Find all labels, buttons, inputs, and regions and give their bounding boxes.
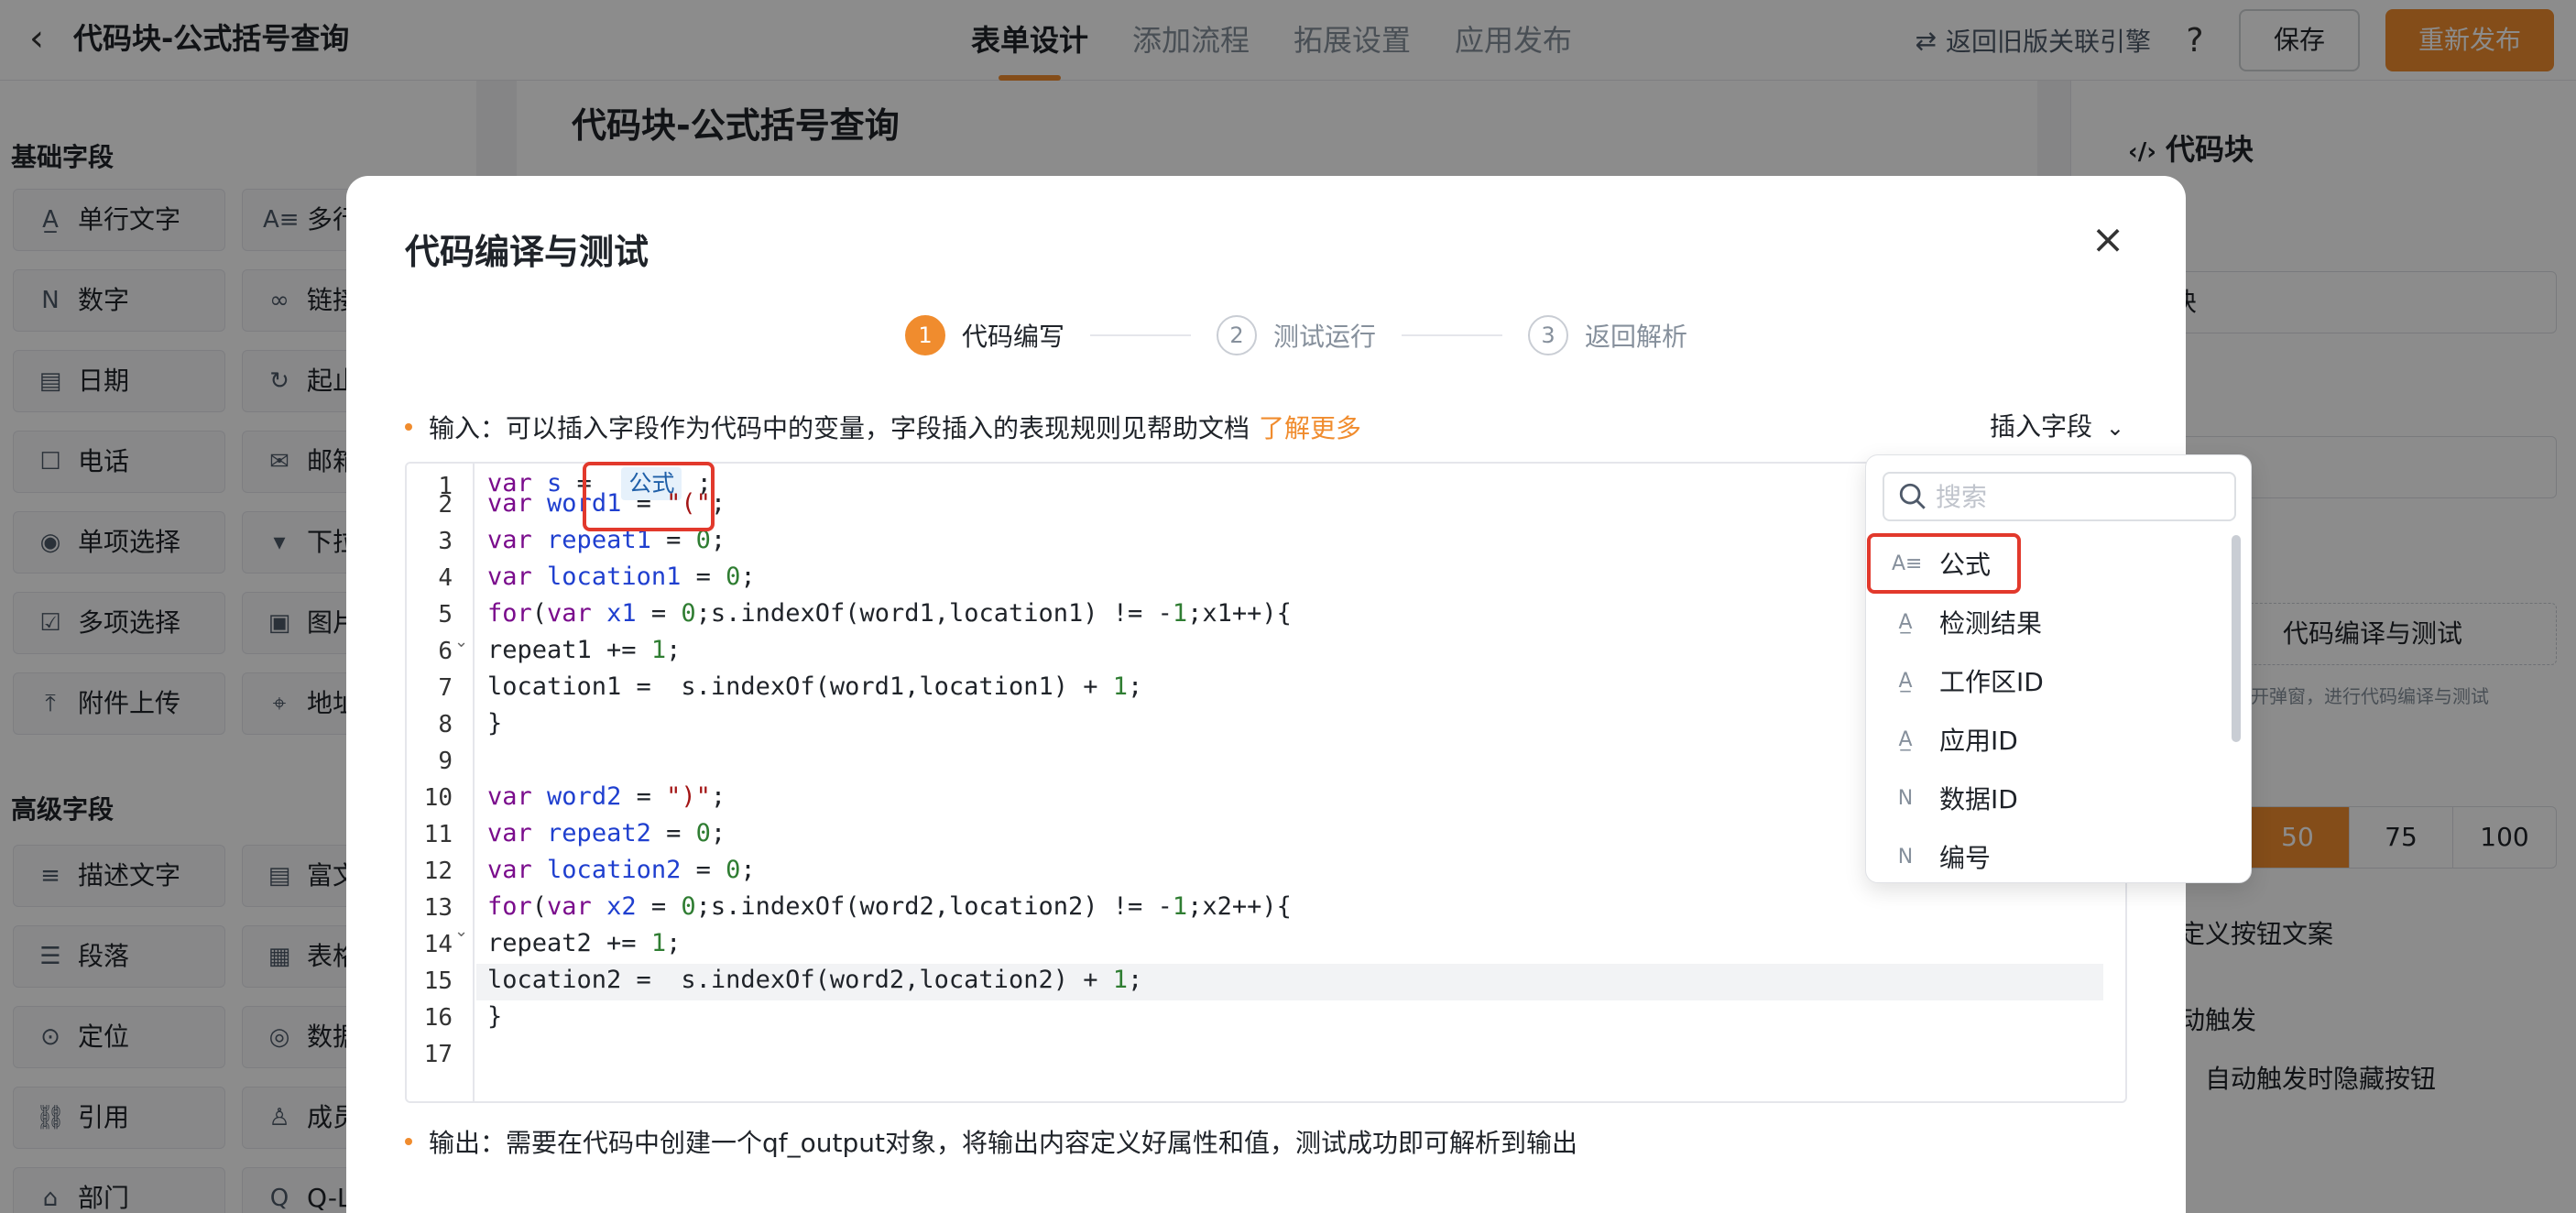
step-code-writing[interactable]: 1 代码编写: [905, 315, 1064, 355]
insert-field-dropdown: A≡公式A̲检测结果A̲工作区IDA̲应用IDN数据IDN编号: [1865, 454, 2252, 883]
step-number: 2: [1217, 315, 1258, 355]
dropdown-field-option[interactable]: A̲ 应用ID: [1866, 710, 2232, 769]
line-number: 13: [423, 894, 453, 922]
insert-field-button[interactable]: 插入字段 ⌄: [1990, 407, 2124, 443]
code-line-7: location1 = s.indexOf(word1,location1) +…: [487, 672, 1143, 701]
step-test-run[interactable]: 2 测试运行: [1217, 315, 1376, 355]
option-label: 数据ID: [1939, 784, 2018, 814]
line-number: 9: [438, 748, 453, 775]
line-number: 12: [423, 858, 453, 885]
input-hint-text: 输入：可以插入字段作为代码中的变量，字段插入的表现规则见帮助文档: [429, 413, 1250, 443]
field-type-icon: N: [1897, 845, 1914, 869]
insert-field-label: 插入字段: [1990, 411, 2093, 442]
field-type-icon: A̲: [1898, 610, 1913, 634]
field-search-box: [1883, 472, 2236, 521]
line-number: 15: [423, 967, 453, 995]
line-number: 4: [438, 564, 453, 592]
line-number: 7: [438, 674, 453, 702]
step-divider: [1402, 334, 1503, 336]
bullet-dot: [405, 423, 412, 431]
code-line-8: }: [487, 709, 503, 738]
line-number: 3: [438, 528, 453, 555]
fold-arrow-icon[interactable]: ⌄: [454, 922, 468, 941]
code-line-10: var word2 = ")";: [487, 782, 726, 811]
output-hint: 输出：需要在代码中创建一个qf_output对象，将输出内容定义好属性和值，测试…: [405, 1123, 1577, 1160]
step-indicator: 1 代码编写 2 测试运行 3 返回解析: [905, 315, 1687, 355]
step-divider: [1090, 334, 1192, 336]
line-number: 10: [423, 784, 453, 812]
option-label: 应用ID: [1939, 726, 2018, 756]
code-line-15: location2 = s.indexOf(word2,location2) +…: [487, 966, 1143, 994]
code-line-12: var location2 = 0;: [487, 856, 756, 884]
line-number: 16: [423, 1004, 453, 1032]
line-number: 17: [423, 1041, 453, 1068]
output-hint-text: 输出：需要在代码中创建一个qf_output对象，将输出内容定义好属性和值，测试…: [429, 1128, 1577, 1158]
line-number: 2: [438, 491, 453, 519]
line-number: 5: [438, 601, 453, 628]
option-label: 工作区ID: [1939, 667, 2044, 697]
code-line-6: repeat1 += 1;: [487, 636, 682, 664]
code-line-16: }: [487, 1002, 503, 1031]
option-label: 编号: [1939, 843, 1992, 873]
code-line-13: for(var x2 = 0;s.indexOf(word2,location2…: [487, 892, 1292, 921]
fold-arrow-icon[interactable]: ⌄: [454, 632, 468, 651]
input-hint: 输入：可以插入字段作为代码中的变量，字段插入的表现规则见帮助文档 了解更多: [405, 409, 1361, 445]
option-label: 检测结果: [1939, 608, 2043, 639]
modal-title: 代码编译与测试: [405, 232, 649, 272]
step-number: 1: [905, 315, 945, 355]
code-line-4: var location1 = 0;: [487, 563, 756, 591]
code-line-5: for(var x1 = 0;s.indexOf(word1,location1…: [487, 599, 1292, 628]
line-number: 6: [438, 638, 453, 665]
line-number: 11: [423, 821, 453, 848]
field-type-icon: N: [1897, 786, 1914, 810]
search-icon: [1899, 483, 1926, 509]
dropdown-field-option[interactable]: A̲ 工作区ID: [1866, 651, 2232, 710]
line-number: 14: [423, 931, 453, 958]
highlight-box-chip: [583, 462, 715, 531]
dropdown-field-option[interactable]: N 编号: [1866, 827, 2232, 886]
step-return-parse[interactable]: 3 返回解析: [1528, 315, 1687, 355]
field-type-icon: A̲: [1898, 727, 1913, 751]
step-label: 返回解析: [1585, 322, 1688, 352]
highlight-box-formula-item: [1867, 533, 2021, 594]
step-label: 代码编写: [962, 322, 1065, 352]
search-input[interactable]: [1936, 479, 2220, 516]
field-type-icon: A̲: [1898, 669, 1913, 693]
step-label: 测试运行: [1273, 322, 1377, 352]
learn-more-link[interactable]: 了解更多: [1259, 409, 1361, 445]
dropdown-field-option[interactable]: A̲ 检测结果: [1866, 593, 2232, 651]
dropdown-field-option[interactable]: N 数据ID: [1866, 769, 2232, 827]
line-number: 8: [438, 711, 453, 738]
chevron-down-icon: ⌄: [2105, 415, 2125, 441]
close-icon[interactable]: ×: [2085, 216, 2131, 263]
dropdown-scrollbar[interactable]: [2232, 535, 2241, 742]
code-line-14: repeat2 += 1;: [487, 929, 682, 957]
step-number: 3: [1528, 315, 1569, 355]
bullet-dot: [405, 1138, 412, 1145]
code-line-11: var repeat2 = 0;: [487, 819, 726, 847]
